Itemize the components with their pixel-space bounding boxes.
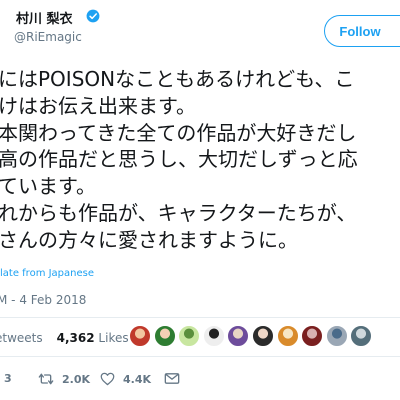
direct-message-button[interactable] (164, 372, 180, 385)
avatar-2[interactable] (153, 325, 176, 347)
avatar-10[interactable] (350, 325, 373, 347)
avatar-3[interactable] (178, 325, 201, 347)
heart-icon (100, 372, 115, 386)
tweet-line: ています。 (0, 174, 96, 199)
tweet-stats: etweets 4,362 Likes (0, 331, 129, 345)
likes-count[interactable]: 4,362 (57, 331, 95, 345)
avatar-4[interactable] (202, 325, 225, 347)
avatar-1[interactable] (129, 325, 151, 347)
tweet-line: にはPOISONなこともあるけれども、こ (0, 67, 355, 91)
avatar-6[interactable] (252, 325, 274, 347)
tweet-line: けはお伝え出来ます。 (0, 93, 196, 118)
avatar-5[interactable] (227, 325, 250, 347)
envelope-icon (164, 373, 180, 384)
tweet-line: さんの方々に愛されますように。 (0, 227, 298, 252)
retweet-icon (38, 373, 54, 385)
retweet-button[interactable]: 2.0K (38, 372, 90, 386)
author-handle[interactable]: @RiEmagic (14, 30, 82, 44)
verified-badge-icon (86, 9, 100, 23)
follow-button[interactable]: Follow (324, 15, 400, 47)
divider (0, 356, 400, 357)
retweets-label[interactable]: etweets (0, 331, 43, 345)
likes-label[interactable]: Likes (98, 331, 128, 345)
tweet-line: 高の作品だと思うし、大切だしずっと応 (0, 147, 358, 172)
retweet-count: 2.0K (62, 372, 91, 386)
tweet-text: にはPOISONなこともあるけれども、こ けはお伝え出来ます。 本関わってきた全… (0, 66, 400, 254)
like-count: 4.4K (123, 372, 152, 386)
reply-button[interactable]: 3 (4, 372, 12, 385)
tweet-line: 本関わってきた全ての作品が大好きだし (0, 120, 357, 145)
divider (0, 317, 400, 318)
author-name[interactable]: 村川 梨衣 (16, 8, 73, 27)
tweet-line: れからも作品が、キャラクターたちが、 (0, 200, 357, 225)
avatar-9[interactable] (325, 325, 348, 347)
reply-count: 3 (4, 372, 12, 385)
translate-link[interactable]: late from Japanese (0, 268, 94, 279)
like-button[interactable]: 4.4K (100, 372, 151, 386)
avatar-7[interactable] (276, 325, 299, 347)
avatar-8[interactable] (301, 325, 324, 347)
tweet-timestamp[interactable]: M - 4 Feb 2018 (0, 293, 86, 307)
